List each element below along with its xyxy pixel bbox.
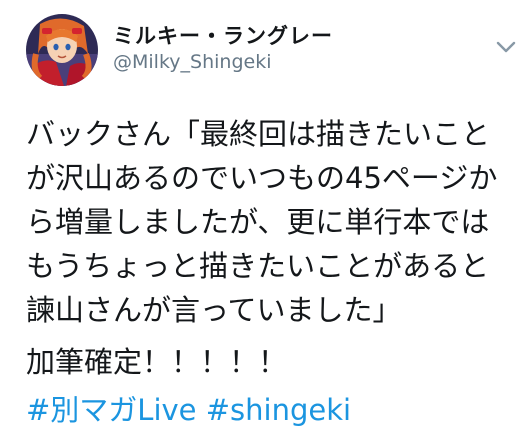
tweet-line: 加筆確定！！！！！ xyxy=(26,345,288,379)
tweet-line: バックさん「最終回は描きたいこと xyxy=(26,117,491,151)
tweet-line: 諫山さんが言っていました」 xyxy=(26,293,402,327)
avatar-image xyxy=(26,14,98,86)
hashtag-link[interactable]: #別マガLive xyxy=(26,393,197,427)
tweet-line: もうちょっと描きたいことがあると xyxy=(26,249,490,283)
hashtag-link[interactable]: #shingeki xyxy=(206,393,351,427)
tweet-text: バックさん「最終回は描きたいこと が沢山あるのでいつもの45ページか ら増量しま… xyxy=(26,112,526,432)
user-handle[interactable]: @Milky_Shingeki xyxy=(113,51,271,73)
avatar[interactable] xyxy=(26,14,98,86)
tweet-line: が沢山あるのでいつもの45ページか xyxy=(26,161,498,195)
hashtag-row: #別マガLive #shingeki xyxy=(26,388,526,432)
chevron-down-icon[interactable] xyxy=(495,36,517,58)
tweet-header: ミルキー・ラングレー @Milky_Shingeki xyxy=(0,0,532,100)
tweet-line: ら増量しましたが、更に単行本では xyxy=(26,205,490,239)
display-name[interactable]: ミルキー・ラングレー xyxy=(113,20,333,50)
